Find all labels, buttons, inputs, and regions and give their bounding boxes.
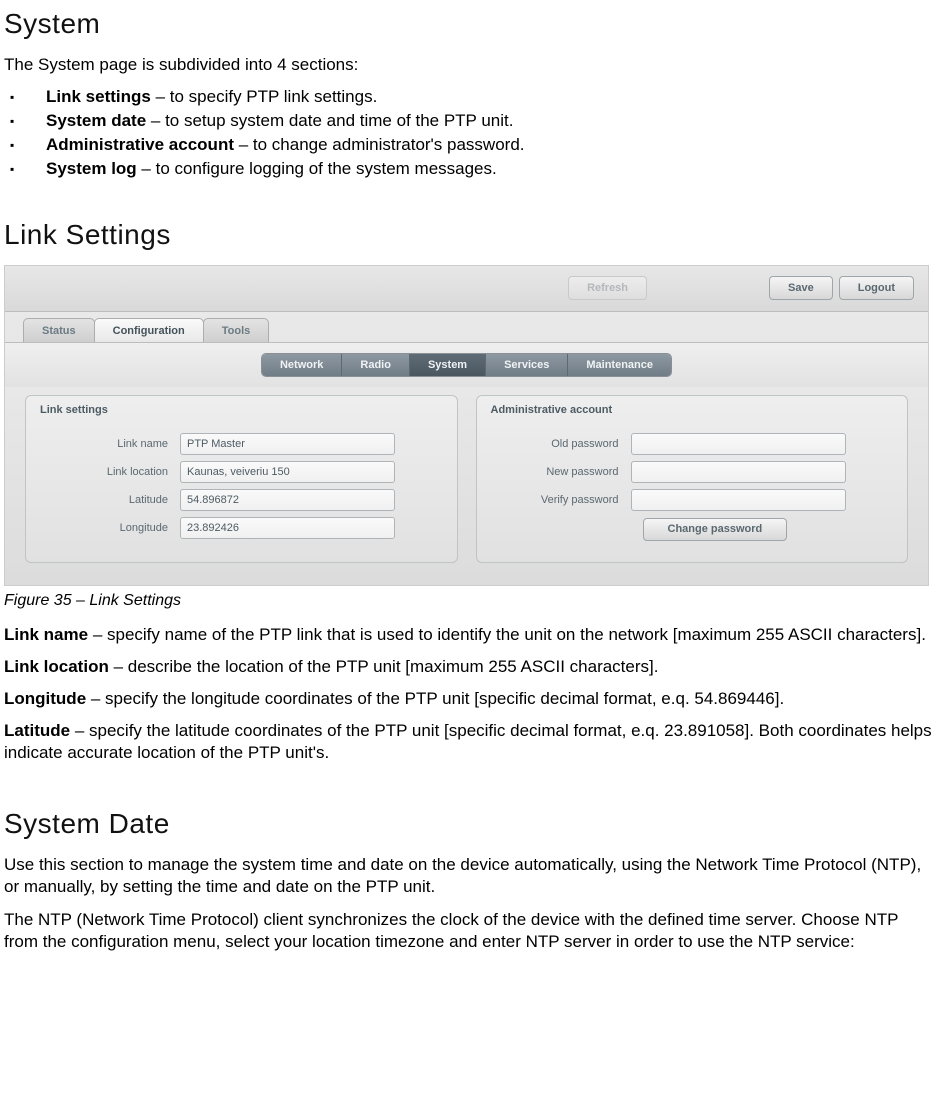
list-item: Administrative account – to change admin… <box>4 134 935 157</box>
label-new-password: New password <box>491 466 631 478</box>
label-link-location: Link location <box>40 466 180 478</box>
subtab-services[interactable]: Services <box>486 354 568 376</box>
list-item-term: Administrative account <box>46 135 234 154</box>
input-link-location[interactable] <box>180 461 395 483</box>
link-settings-screenshot: Refresh Save Logout Status Configuration… <box>4 265 929 586</box>
tab-tools[interactable]: Tools <box>203 318 270 342</box>
heading-system-date: System Date <box>4 808 935 840</box>
input-link-name[interactable] <box>180 433 395 455</box>
change-password-button[interactable]: Change password <box>643 518 788 541</box>
list-item-term: System log <box>46 159 137 178</box>
refresh-button[interactable]: Refresh <box>568 276 647 300</box>
input-new-password[interactable] <box>631 461 846 483</box>
definition-desc: – specify the latitude coordinates of th… <box>4 721 932 762</box>
subtab-system[interactable]: System <box>410 354 486 376</box>
definition-term: Link name <box>4 625 88 644</box>
definition-longitude: Longitude – specify the longitude coordi… <box>4 688 935 710</box>
list-item: Link settings – to specify PTP link sett… <box>4 86 935 109</box>
logout-button[interactable]: Logout <box>839 276 914 300</box>
definition-term: Longitude <box>4 689 86 708</box>
list-item-desc: – to change administrator's password. <box>234 135 525 154</box>
list-item-desc: – to specify PTP link settings. <box>151 87 377 106</box>
subtab-network[interactable]: Network <box>262 354 342 376</box>
save-button[interactable]: Save <box>769 276 833 300</box>
intro-paragraph: The System page is subdivided into 4 sec… <box>4 54 935 76</box>
definition-latitude: Latitude – specify the latitude coordina… <box>4 720 935 764</box>
main-tabs: Status Configuration Tools <box>5 312 928 342</box>
panel-title-admin-account: Administrative account <box>477 396 908 430</box>
subtab-radio[interactable]: Radio <box>342 354 410 376</box>
list-item: System date – to setup system date and t… <box>4 110 935 133</box>
panels-row: Link settings Link name Link location La… <box>5 387 928 585</box>
link-settings-panel: Link settings Link name Link location La… <box>25 395 458 563</box>
label-verify-password: Verify password <box>491 494 631 506</box>
list-item-desc: – to setup system date and time of the P… <box>146 111 513 130</box>
definition-link-location: Link location – describe the location of… <box>4 656 935 678</box>
label-old-password: Old password <box>491 438 631 450</box>
tab-status[interactable]: Status <box>23 318 95 342</box>
sub-tab-bar: Network Radio System Services Maintenanc… <box>5 342 928 387</box>
label-latitude: Latitude <box>40 494 180 506</box>
system-date-paragraph-2: The NTP (Network Time Protocol) client s… <box>4 909 935 953</box>
admin-account-panel: Administrative account Old password New … <box>476 395 909 563</box>
heading-system: System <box>4 8 935 40</box>
heading-link-settings: Link Settings <box>4 219 935 251</box>
label-link-name: Link name <box>40 438 180 450</box>
definition-desc: – specify the longitude coordinates of t… <box>86 689 784 708</box>
panel-title-link-settings: Link settings <box>26 396 457 430</box>
definition-link-name: Link name – specify name of the PTP link… <box>4 624 935 646</box>
definition-desc: – describe the location of the PTP unit … <box>109 657 659 676</box>
input-longitude[interactable] <box>180 517 395 539</box>
list-item-desc: – to configure logging of the system mes… <box>137 159 497 178</box>
figure-caption: Figure 35 – Link Settings <box>4 592 935 610</box>
label-longitude: Longitude <box>40 522 180 534</box>
top-action-bar: Refresh Save Logout <box>5 266 928 312</box>
section-list: Link settings – to specify PTP link sett… <box>4 86 935 181</box>
definition-desc: – specify name of the PTP link that is u… <box>88 625 926 644</box>
tab-configuration[interactable]: Configuration <box>94 318 204 342</box>
definition-term: Latitude <box>4 721 70 740</box>
list-item-term: System date <box>46 111 146 130</box>
list-item-term: Link settings <box>46 87 151 106</box>
input-latitude[interactable] <box>180 489 395 511</box>
subtab-maintenance[interactable]: Maintenance <box>568 354 671 376</box>
input-old-password[interactable] <box>631 433 846 455</box>
definition-term: Link location <box>4 657 109 676</box>
system-date-paragraph-1: Use this section to manage the system ti… <box>4 854 935 898</box>
list-item: System log – to configure logging of the… <box>4 158 935 181</box>
input-verify-password[interactable] <box>631 489 846 511</box>
